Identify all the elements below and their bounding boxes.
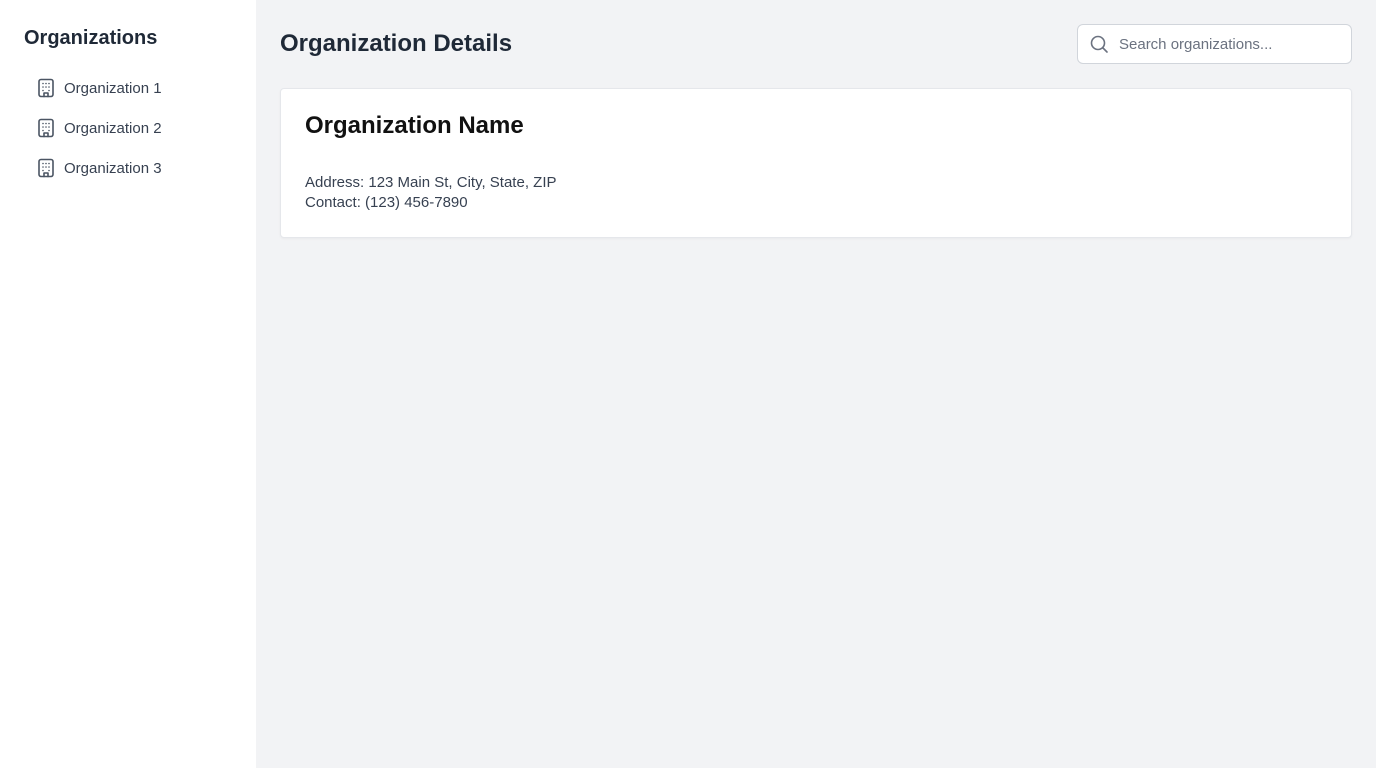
building-icon	[36, 78, 56, 98]
sidebar-item-label: Organization 1	[64, 79, 162, 97]
sidebar-item-organization-1[interactable]: Organization 1	[24, 68, 232, 108]
organization-card: Organization Name Address: 123 Main St, …	[280, 88, 1352, 238]
sidebar-title: Organizations	[24, 27, 158, 49]
search-input[interactable]	[1119, 35, 1339, 53]
search-box[interactable]	[1077, 24, 1352, 64]
organization-address: Address: 123 Main St, City, State, ZIP	[305, 174, 557, 191]
organization-name: Organization Name	[305, 112, 524, 139]
sidebar-item-organization-2[interactable]: Organization 2	[24, 108, 232, 148]
header: Organization Details	[280, 24, 1352, 64]
sidebar-item-label: Organization 3	[64, 159, 162, 177]
page-title: Organization Details	[280, 30, 513, 57]
main-content: Organization Details Organization Name A…	[256, 0, 1376, 768]
org-list: Organization 1 Organization 2 Organizati…	[24, 68, 232, 188]
organization-contact: Contact: (123) 456-7890	[305, 194, 468, 211]
sidebar-item-label: Organization 2	[64, 119, 162, 137]
sidebar: Organizations Organization 1 Organizatio…	[0, 0, 256, 768]
building-icon	[36, 118, 56, 138]
organization-details: Address: 123 Main St, City, State, ZIP C…	[305, 173, 1327, 213]
app: Organizations Organization 1 Organizatio…	[0, 0, 1376, 768]
sidebar-item-organization-3[interactable]: Organization 3	[24, 148, 232, 188]
search-icon	[1089, 34, 1109, 54]
building-icon	[36, 158, 56, 178]
